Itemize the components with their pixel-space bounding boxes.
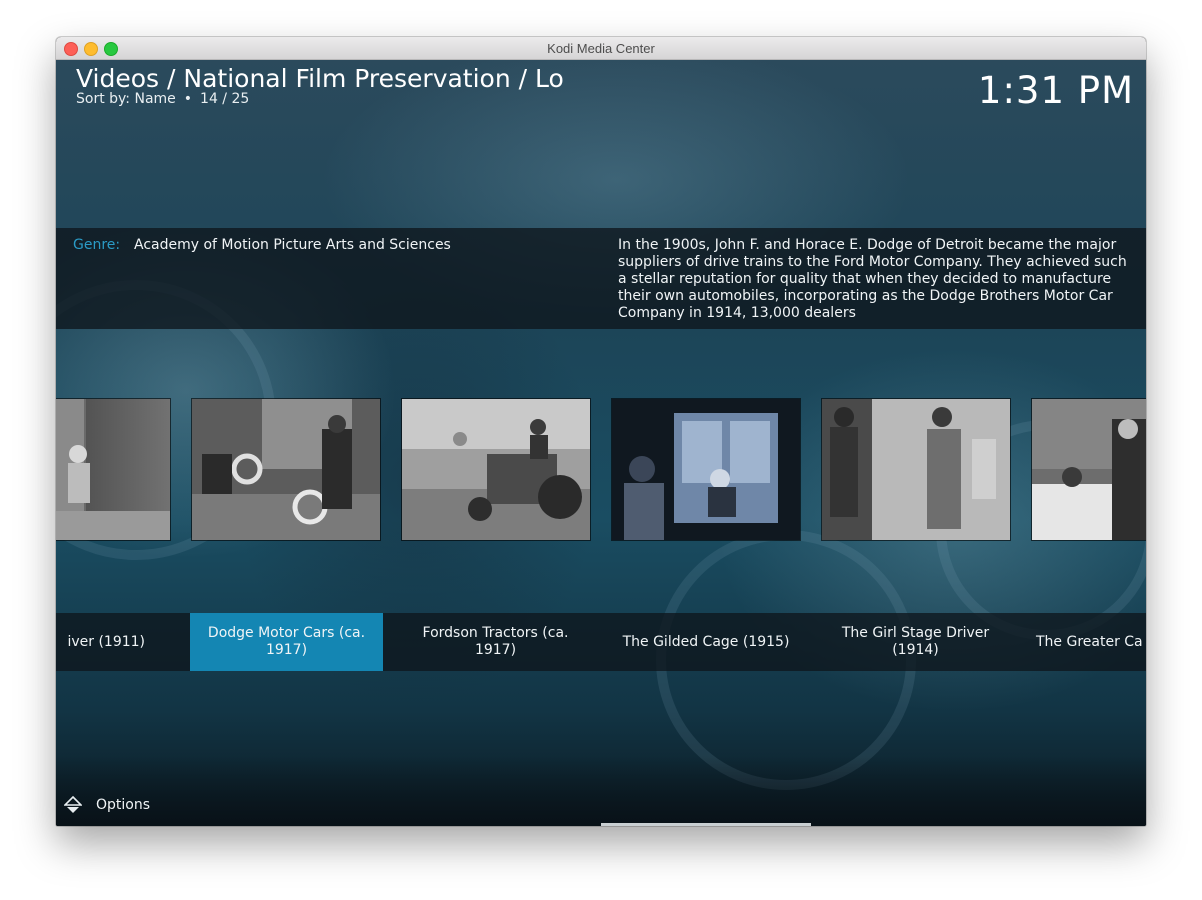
kodi-screen: Videos / National Film Preservation / Lo… — [56, 60, 1146, 826]
list-item-label[interactable]: The Gilded Cage (1915) — [609, 613, 803, 671]
thumbnail-image — [56, 399, 170, 540]
thumbnail-image — [1032, 399, 1146, 540]
footer-gradient — [56, 756, 1146, 826]
separator-dot: • — [183, 91, 193, 107]
options-button[interactable]: Options — [96, 797, 150, 813]
thumbnail-item-5[interactable] — [1032, 399, 1146, 540]
info-panel: Genre: Academy of Motion Picture Arts an… — [56, 228, 1146, 329]
thumbnail-item-0[interactable] — [56, 399, 170, 540]
list-item-label-selected[interactable]: Dodge Motor Cars (ca. 1917) — [190, 613, 383, 671]
list-item-label[interactable]: iver (1911) — [56, 613, 153, 671]
title-bar: Kodi Media Center — [56, 37, 1146, 60]
breadcrumb: Videos / National Film Preservation / Lo — [76, 64, 564, 93]
plot-text: In the 1900s, John F. and Horace E. Dodg… — [618, 237, 1127, 321]
clock: 1:31 PM — [977, 69, 1134, 112]
list-item-label[interactable]: The Girl Stage Driver (1914) — [819, 613, 1012, 671]
scroll-indicator — [601, 823, 811, 826]
sort-label[interactable]: Sort by: Name — [76, 91, 176, 107]
genre-label: Genre: — [73, 237, 121, 253]
options-icon[interactable] — [64, 796, 82, 814]
thumbnail-item-1[interactable] — [192, 399, 380, 540]
list-item-label[interactable]: Fordson Tractors (ca. 1917) — [399, 613, 592, 671]
thumbnail-image — [612, 399, 800, 540]
app-window: Kodi Media Center Videos / National Film… — [56, 37, 1146, 826]
window-title: Kodi Media Center — [547, 41, 655, 56]
thumbnail-image — [822, 399, 1010, 540]
thumbnail-item-4[interactable] — [822, 399, 1010, 540]
list-item-label[interactable]: The Greater Ca — [1026, 613, 1146, 671]
thumbnail-image — [402, 399, 590, 540]
item-labels-bar: iver (1911) Dodge Motor Cars (ca. 1917) … — [56, 613, 1146, 671]
thumbnail-item-3[interactable] — [612, 399, 800, 540]
item-position: 14 / 25 — [200, 91, 250, 107]
sort-info: Sort by: Name • 14 / 25 — [76, 91, 249, 107]
genre-value: Academy of Motion Picture Arts and Scien… — [134, 237, 451, 253]
thumbnail-item-2[interactable] — [402, 399, 590, 540]
thumbnail-image — [192, 399, 380, 540]
